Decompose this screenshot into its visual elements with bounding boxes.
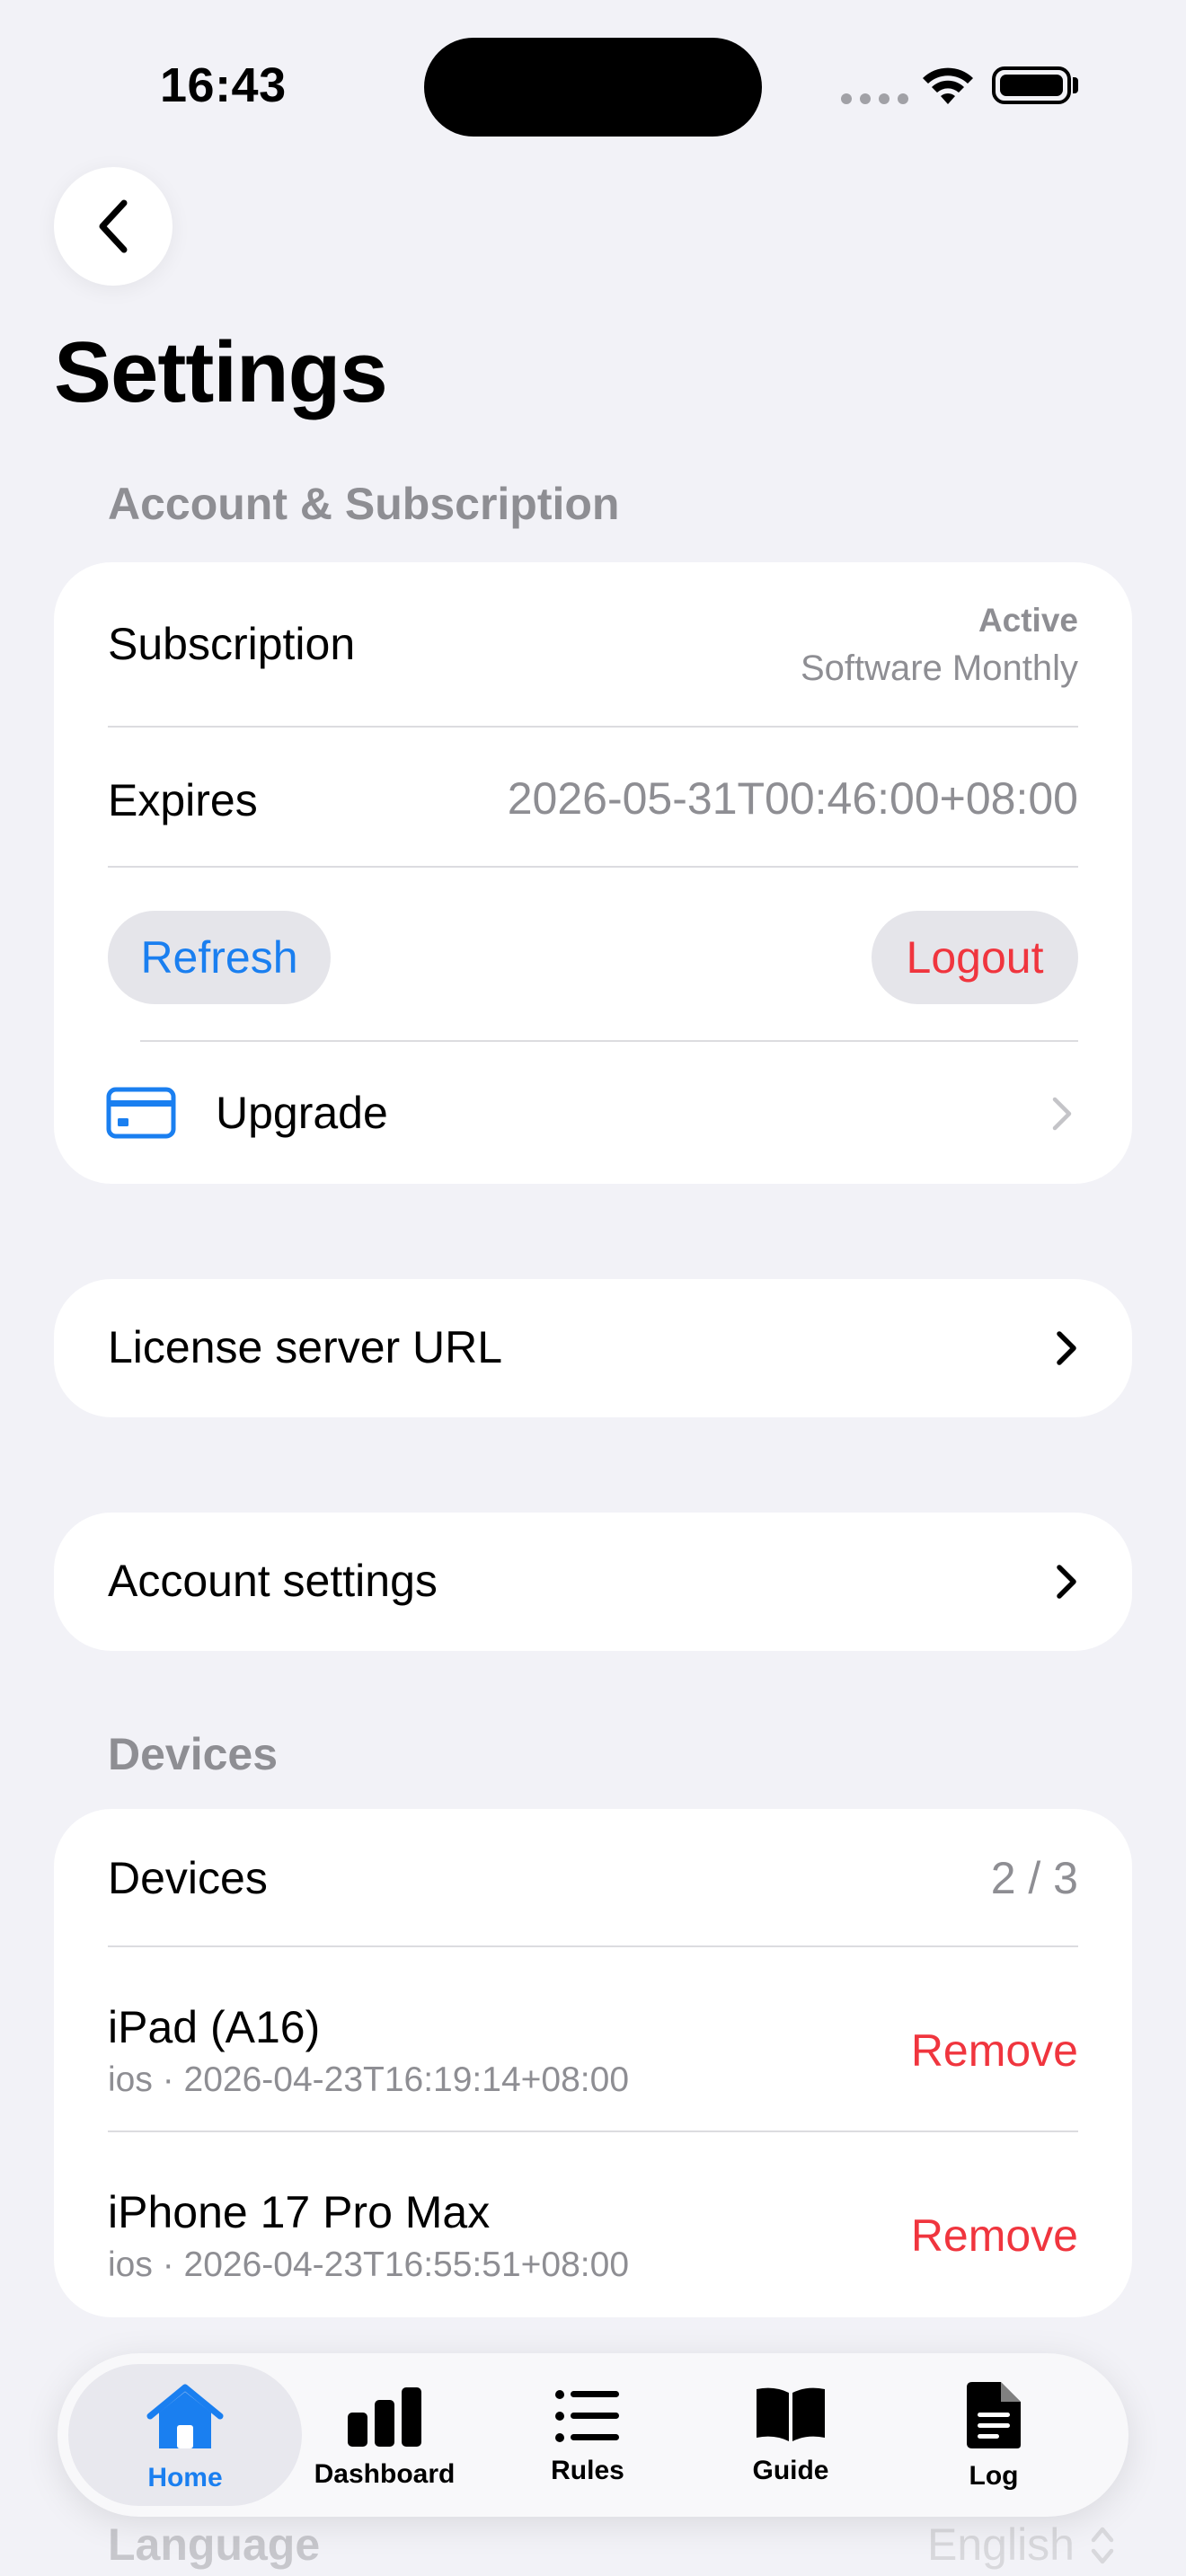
divider — [108, 726, 1078, 728]
chevron-left-icon — [99, 199, 128, 253]
upgrade-row[interactable]: Upgrade — [54, 1042, 1132, 1184]
divider — [108, 866, 1078, 868]
status-time: 16:43 — [160, 58, 287, 112]
license-server-row[interactable]: License server URL — [54, 1279, 1132, 1417]
chevron-right-icon — [1052, 1097, 1072, 1131]
upgrade-label: Upgrade — [216, 1088, 388, 1138]
tab-label: Rules — [551, 2456, 624, 2485]
dynamic-island — [424, 38, 762, 137]
device-name: iPad (A16) — [108, 2002, 321, 2052]
remove-device-button[interactable]: Remove — [911, 2210, 1078, 2262]
section-header-account: Account & Subscription — [108, 479, 620, 529]
expires-value: 2026-05-31T00:46:00+08:00 — [507, 773, 1078, 824]
language-value[interactable]: English — [927, 2519, 1075, 2571]
tab-bar: Home Dashboard Rules Guide Log — [58, 2353, 1128, 2517]
tab-label: Home — [147, 2463, 223, 2492]
tab-label: Dashboard — [314, 2459, 456, 2489]
tab-label: Log — [969, 2461, 1019, 2491]
tab-log[interactable]: Log — [907, 2353, 1080, 2517]
license-server-label: License server URL — [108, 1322, 503, 1372]
chevron-right-icon — [1057, 1565, 1076, 1599]
logout-button[interactable]: Logout — [872, 911, 1078, 1004]
credit-card-icon — [106, 1087, 176, 1139]
language-label: Language — [108, 2519, 321, 2570]
refresh-button[interactable]: Refresh — [108, 911, 331, 1004]
device-name: iPhone 17 Pro Max — [108, 2187, 491, 2237]
expires-label: Expires — [108, 775, 258, 825]
back-button[interactable] — [54, 167, 173, 286]
battery-tip — [1073, 77, 1078, 93]
device-detail: ios · 2026-04-23T16:19:14+08:00 — [108, 2060, 630, 2099]
device-row: iPad (A16) ios · 2026-04-23T16:19:14+08:… — [54, 1947, 1132, 2130]
remove-device-button[interactable]: Remove — [911, 2025, 1078, 2077]
chevron-up-down-icon — [1091, 2527, 1114, 2564]
battery-icon — [992, 66, 1071, 104]
book-icon — [757, 2387, 825, 2441]
tab-rules[interactable]: Rules — [501, 2353, 674, 2517]
chevron-right-icon — [1057, 1331, 1076, 1365]
tab-home[interactable]: Home — [68, 2353, 302, 2517]
tab-label: Guide — [752, 2456, 829, 2485]
subscription-label: Subscription — [108, 619, 356, 669]
house-icon — [146, 2384, 224, 2448]
devices-count: 2 / 3 — [990, 1853, 1078, 1903]
page-title: Settings — [54, 324, 388, 420]
account-card: Subscription Active Software Monthly Exp… — [54, 562, 1132, 1184]
section-header-devices: Devices — [108, 1729, 279, 1779]
cellular-signal-icon — [841, 93, 908, 104]
tab-guide[interactable]: Guide — [704, 2353, 877, 2517]
account-settings-label: Account settings — [108, 1556, 438, 1606]
subscription-status: Active — [978, 602, 1078, 639]
devices-summary-label: Devices — [108, 1853, 268, 1903]
devices-card: Devices 2 / 3 iPad (A16) ios · 2026-04-2… — [54, 1809, 1132, 2317]
account-settings-row[interactable]: Account settings — [54, 1513, 1132, 1651]
list-icon — [555, 2390, 619, 2442]
device-detail: ios · 2026-04-23T16:55:51+08:00 — [108, 2245, 630, 2284]
document-icon — [967, 2382, 1021, 2448]
wifi-icon — [923, 67, 973, 104]
device-row: iPhone 17 Pro Max ios · 2026-04-23T16:55… — [54, 2132, 1132, 2316]
bar-chart-icon — [348, 2387, 421, 2447]
tab-dashboard[interactable]: Dashboard — [298, 2353, 471, 2517]
subscription-plan: Software Monthly — [800, 648, 1078, 688]
